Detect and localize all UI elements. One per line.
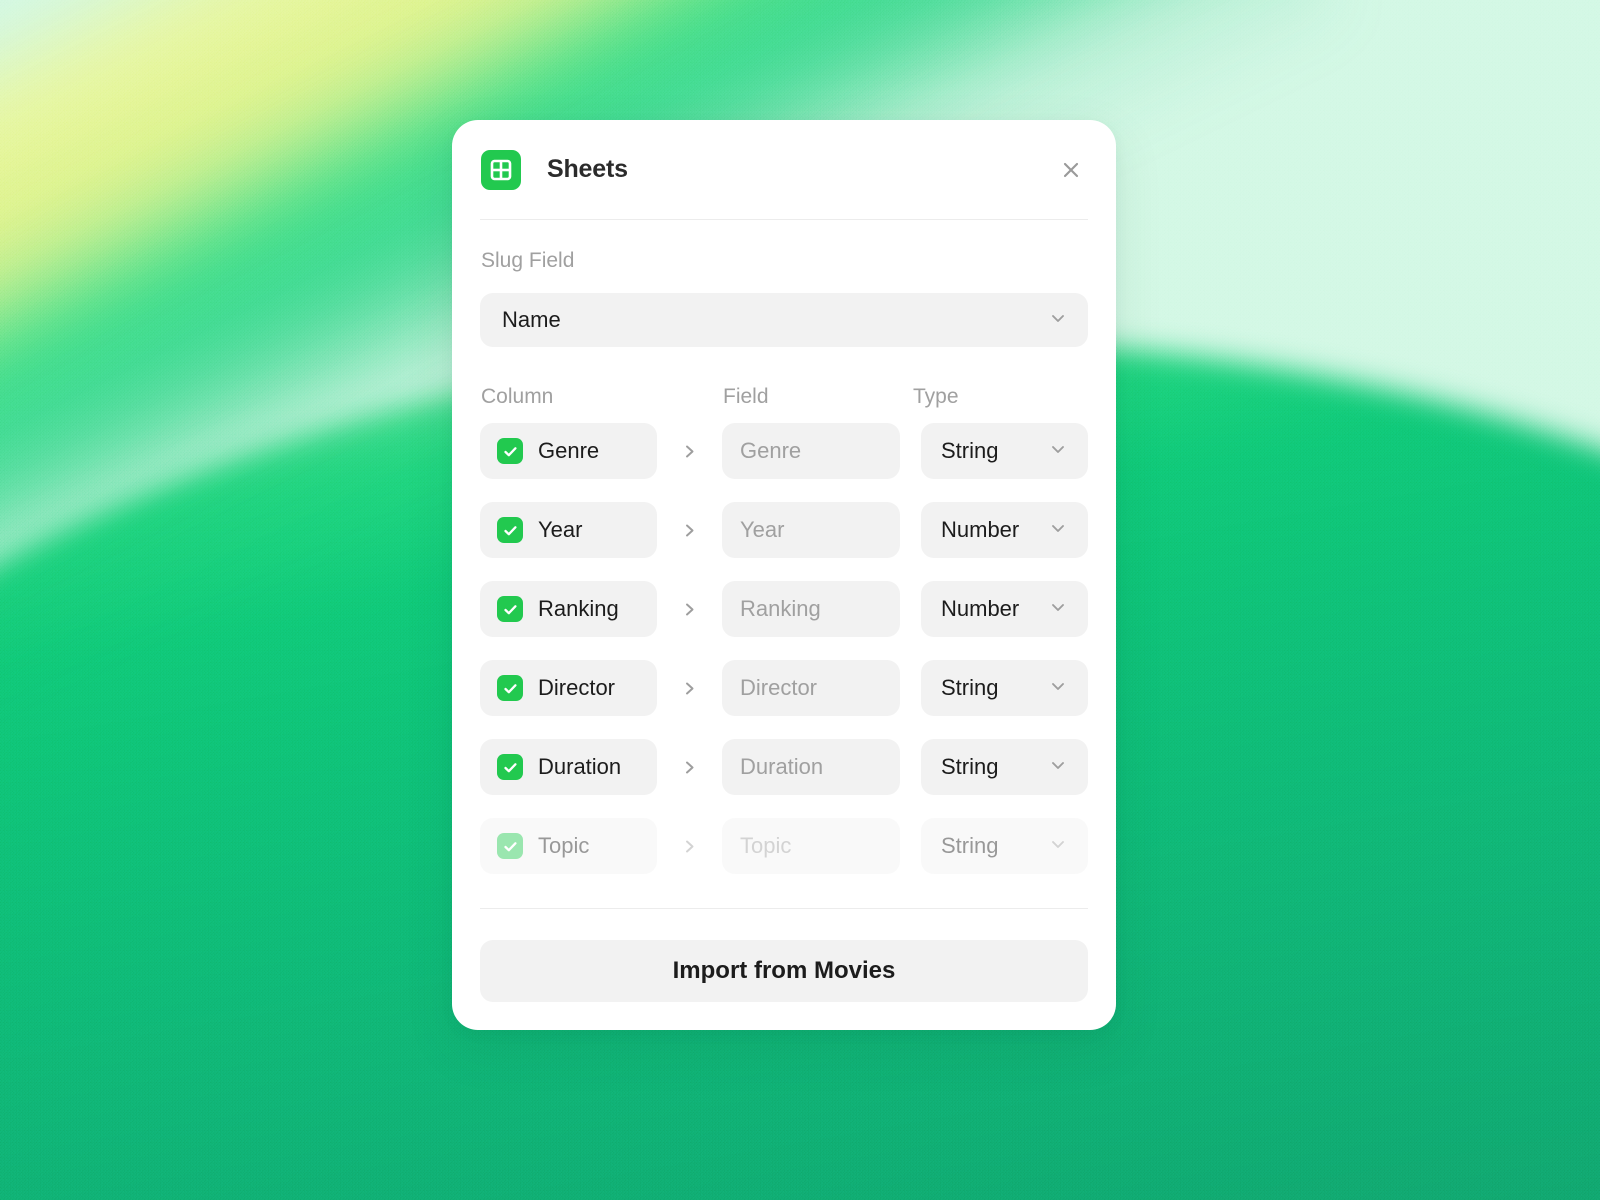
type-select[interactable]: Number: [921, 581, 1088, 637]
header-type: Type: [913, 385, 959, 408]
chevron-down-icon: [1048, 834, 1068, 859]
field-input[interactable]: Duration: [722, 739, 900, 795]
close-icon[interactable]: [1054, 153, 1088, 187]
column-cell[interactable]: Topic: [480, 818, 657, 874]
header-field: Field: [723, 385, 769, 408]
field-placeholder: Director: [740, 675, 818, 700]
import-button[interactable]: Import from Movies: [480, 940, 1088, 1002]
footer-divider: [480, 908, 1088, 909]
field-placeholder: Ranking: [740, 596, 821, 621]
chevron-down-icon: [1048, 518, 1068, 543]
type-value: String: [941, 438, 999, 463]
page-title: Sheets: [547, 155, 628, 183]
column-cell[interactable]: Duration: [480, 739, 657, 795]
column-label: Genre: [538, 438, 600, 463]
field-placeholder: Genre: [740, 438, 802, 463]
column-label: Ranking: [538, 596, 619, 621]
field-placeholder: Year: [740, 517, 785, 542]
chevron-down-icon: [1048, 439, 1068, 464]
column-label: Topic: [538, 833, 590, 858]
field-placeholder: Topic: [740, 833, 792, 858]
field-input[interactable]: Genre: [722, 423, 900, 479]
chevron-down-icon: [1048, 676, 1068, 701]
mapping-rows: Genre Genre String Year Year Number Ranking Ran…: [480, 423, 1088, 874]
field-input[interactable]: Director: [722, 660, 900, 716]
type-value: String: [941, 833, 999, 858]
type-select[interactable]: Number: [921, 502, 1088, 558]
column-cell[interactable]: Director: [480, 660, 657, 716]
type-select[interactable]: String: [921, 660, 1088, 716]
chevron-right-icon: [657, 759, 722, 776]
column-label: Director: [538, 675, 616, 700]
type-select[interactable]: String: [921, 818, 1088, 874]
type-value: String: [941, 675, 999, 700]
field-placeholder: Duration: [740, 754, 824, 779]
table-row: Director Director String: [480, 660, 1088, 716]
table-row: Ranking Ranking Number: [480, 581, 1088, 637]
type-value: Number: [941, 596, 1020, 621]
chevron-right-icon: [657, 443, 722, 460]
sheets-import-dialog: Sheets Slug Field Name Column Field Type…: [452, 120, 1116, 1030]
chevron-down-icon: [1048, 597, 1068, 622]
header-column: Column: [481, 385, 554, 408]
chevron-right-icon: [657, 838, 722, 855]
slug-field-label: Slug Field: [481, 249, 575, 272]
type-value: String: [941, 754, 999, 779]
field-input[interactable]: Topic: [722, 818, 900, 874]
dialog-header: Sheets: [480, 120, 1088, 220]
field-input[interactable]: Ranking: [722, 581, 900, 637]
type-select[interactable]: String: [921, 423, 1088, 479]
checkbox-checked-icon[interactable]: [497, 438, 523, 464]
column-label: Year: [538, 517, 583, 542]
column-label: Duration: [538, 754, 622, 779]
slug-field-select[interactable]: Name: [480, 293, 1088, 347]
column-cell[interactable]: Year: [480, 502, 657, 558]
field-input[interactable]: Year: [722, 502, 900, 558]
sheets-grid-icon: [481, 149, 521, 190]
table-row: Topic Topic String: [480, 818, 1088, 874]
table-row: Duration Duration String: [480, 739, 1088, 795]
chevron-down-icon: [1048, 308, 1068, 333]
chevron-right-icon: [657, 522, 722, 539]
checkbox-checked-icon[interactable]: [497, 596, 523, 622]
column-cell[interactable]: Ranking: [480, 581, 657, 637]
chevron-down-icon: [1048, 755, 1068, 780]
chevron-right-icon: [657, 680, 722, 697]
table-row: Genre Genre String: [480, 423, 1088, 479]
mapping-table-headers: Column Field Type: [480, 385, 1088, 409]
checkbox-checked-icon[interactable]: [497, 833, 523, 859]
column-cell[interactable]: Genre: [480, 423, 657, 479]
checkbox-checked-icon[interactable]: [497, 517, 523, 543]
slug-field-value: Name: [502, 307, 561, 332]
chevron-right-icon: [657, 601, 722, 618]
checkbox-checked-icon[interactable]: [497, 675, 523, 701]
header-spacer: [686, 385, 723, 409]
table-row: Year Year Number: [480, 502, 1088, 558]
checkbox-checked-icon[interactable]: [497, 754, 523, 780]
type-value: Number: [941, 517, 1020, 542]
type-select[interactable]: String: [921, 739, 1088, 795]
